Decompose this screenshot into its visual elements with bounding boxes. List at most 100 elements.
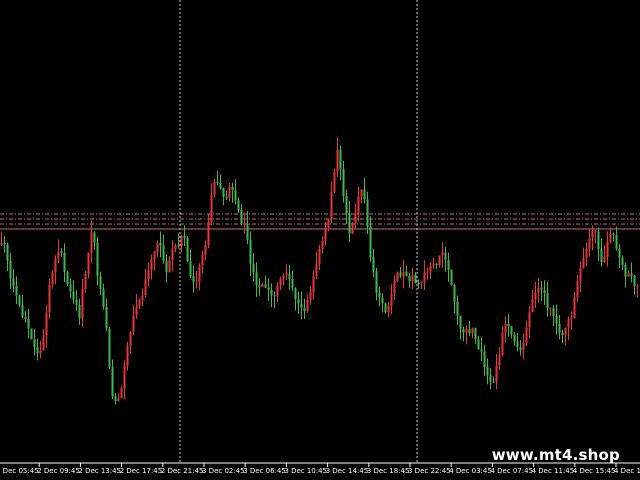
candle-body: [45, 312, 48, 336]
candle-body: [87, 252, 90, 275]
candle-body: [222, 188, 225, 197]
time-axis-label: 2 Dec 17:45: [120, 467, 163, 475]
candle-body: [198, 265, 201, 282]
candle-body: [570, 318, 573, 320]
candle-body: [501, 332, 504, 355]
candle-body: [261, 283, 264, 287]
candle-body: [612, 234, 615, 236]
candle-body: [177, 245, 180, 247]
candle-body: [399, 272, 402, 277]
candle-body: [111, 366, 114, 397]
candle-body: [618, 248, 621, 258]
candle-body: [456, 301, 459, 316]
candle-body: [369, 226, 372, 258]
candle-body: [351, 222, 354, 234]
candle-body: [6, 244, 9, 261]
candle-body: [225, 196, 228, 198]
candle-body: [237, 200, 240, 210]
candle-body: [24, 316, 27, 319]
candle-body: [342, 168, 345, 196]
candle-body: [573, 297, 576, 319]
candle-body: [468, 329, 471, 334]
candle-body: [357, 196, 360, 213]
candle-body: [183, 235, 186, 239]
candle-body: [546, 293, 549, 308]
candle-body: [153, 252, 156, 260]
time-axis-label: 2 Dec 05:45: [0, 467, 39, 475]
candle-body: [477, 339, 480, 350]
time-axis-label: 3 Dec 22:45: [408, 467, 451, 475]
candle-body: [165, 260, 168, 273]
candle-body: [171, 249, 174, 261]
candle-body: [189, 261, 192, 276]
candle-body: [630, 273, 633, 277]
candle-body: [117, 398, 120, 401]
candle-body: [519, 347, 522, 351]
candle-body: [273, 295, 276, 297]
candle-body: [513, 334, 516, 342]
candle-body: [276, 285, 279, 297]
candle-body: [504, 323, 507, 333]
candle-body: [249, 240, 252, 264]
candle-body: [495, 365, 498, 382]
candle-body: [303, 307, 306, 312]
candle-body: [240, 209, 243, 224]
candle-body: [123, 365, 126, 389]
chart-window[interactable]: 2 Dec 05:45 2 Dec 09:45 2 Dec 13:45 2 Dec 1…: [0, 0, 640, 480]
candle-body: [213, 181, 216, 195]
time-axis-label: 2 Dec 09:45: [37, 467, 80, 475]
candle-body: [231, 186, 234, 191]
candle-body: [99, 276, 102, 290]
candle-body: [582, 258, 585, 269]
candle-body: [306, 299, 309, 312]
candle-body: [144, 279, 147, 296]
candle-body: [492, 381, 495, 383]
candle-body: [597, 231, 600, 250]
candle-body: [234, 190, 237, 201]
candle-body: [555, 315, 558, 324]
candle-body: [135, 306, 138, 316]
candle-body: [36, 347, 39, 354]
price-chart[interactable]: 2 Dec 05:452 Dec 09:452 Dec 13:452 Dec 1…: [0, 0, 640, 480]
candle-body: [330, 191, 333, 220]
candle-body: [585, 248, 588, 259]
candle-body: [201, 254, 204, 266]
candle-body: [345, 195, 348, 214]
candle-body: [363, 189, 366, 200]
candle-body: [510, 326, 513, 335]
candle-body: [309, 292, 312, 300]
candle-body: [300, 303, 303, 308]
candle-body: [69, 284, 72, 292]
candle-body: [393, 281, 396, 294]
candle: [18, 294, 21, 308]
candle-body: [474, 328, 477, 340]
candle-body: [450, 269, 453, 285]
candle-body: [543, 290, 546, 294]
candle-body: [489, 375, 492, 382]
candle-body: [537, 287, 540, 293]
candle-body: [354, 212, 357, 223]
time-axis-label: 4 Dec 19:45: [614, 467, 640, 475]
candle-body: [564, 327, 567, 336]
candle-body: [588, 237, 591, 249]
candle-body: [498, 354, 501, 366]
candle-body: [90, 232, 93, 253]
candle-body: [168, 260, 171, 273]
time-axis-label: 2 Dec 13:45: [78, 467, 121, 475]
candle-body: [465, 329, 468, 333]
candle-body: [21, 305, 24, 317]
candle-body: [579, 268, 582, 282]
candle-body: [126, 345, 129, 366]
candle-body: [141, 295, 144, 301]
candle-body: [387, 305, 390, 313]
candle-body: [96, 242, 99, 277]
candle-body: [447, 259, 450, 270]
candle-body: [333, 171, 336, 192]
candle-body: [27, 318, 30, 329]
candle-body: [540, 287, 543, 291]
candle-body: [402, 271, 405, 277]
candle-body: [255, 272, 258, 286]
candle-body: [435, 263, 438, 266]
candle-body: [282, 275, 285, 279]
candle-body: [327, 219, 330, 228]
